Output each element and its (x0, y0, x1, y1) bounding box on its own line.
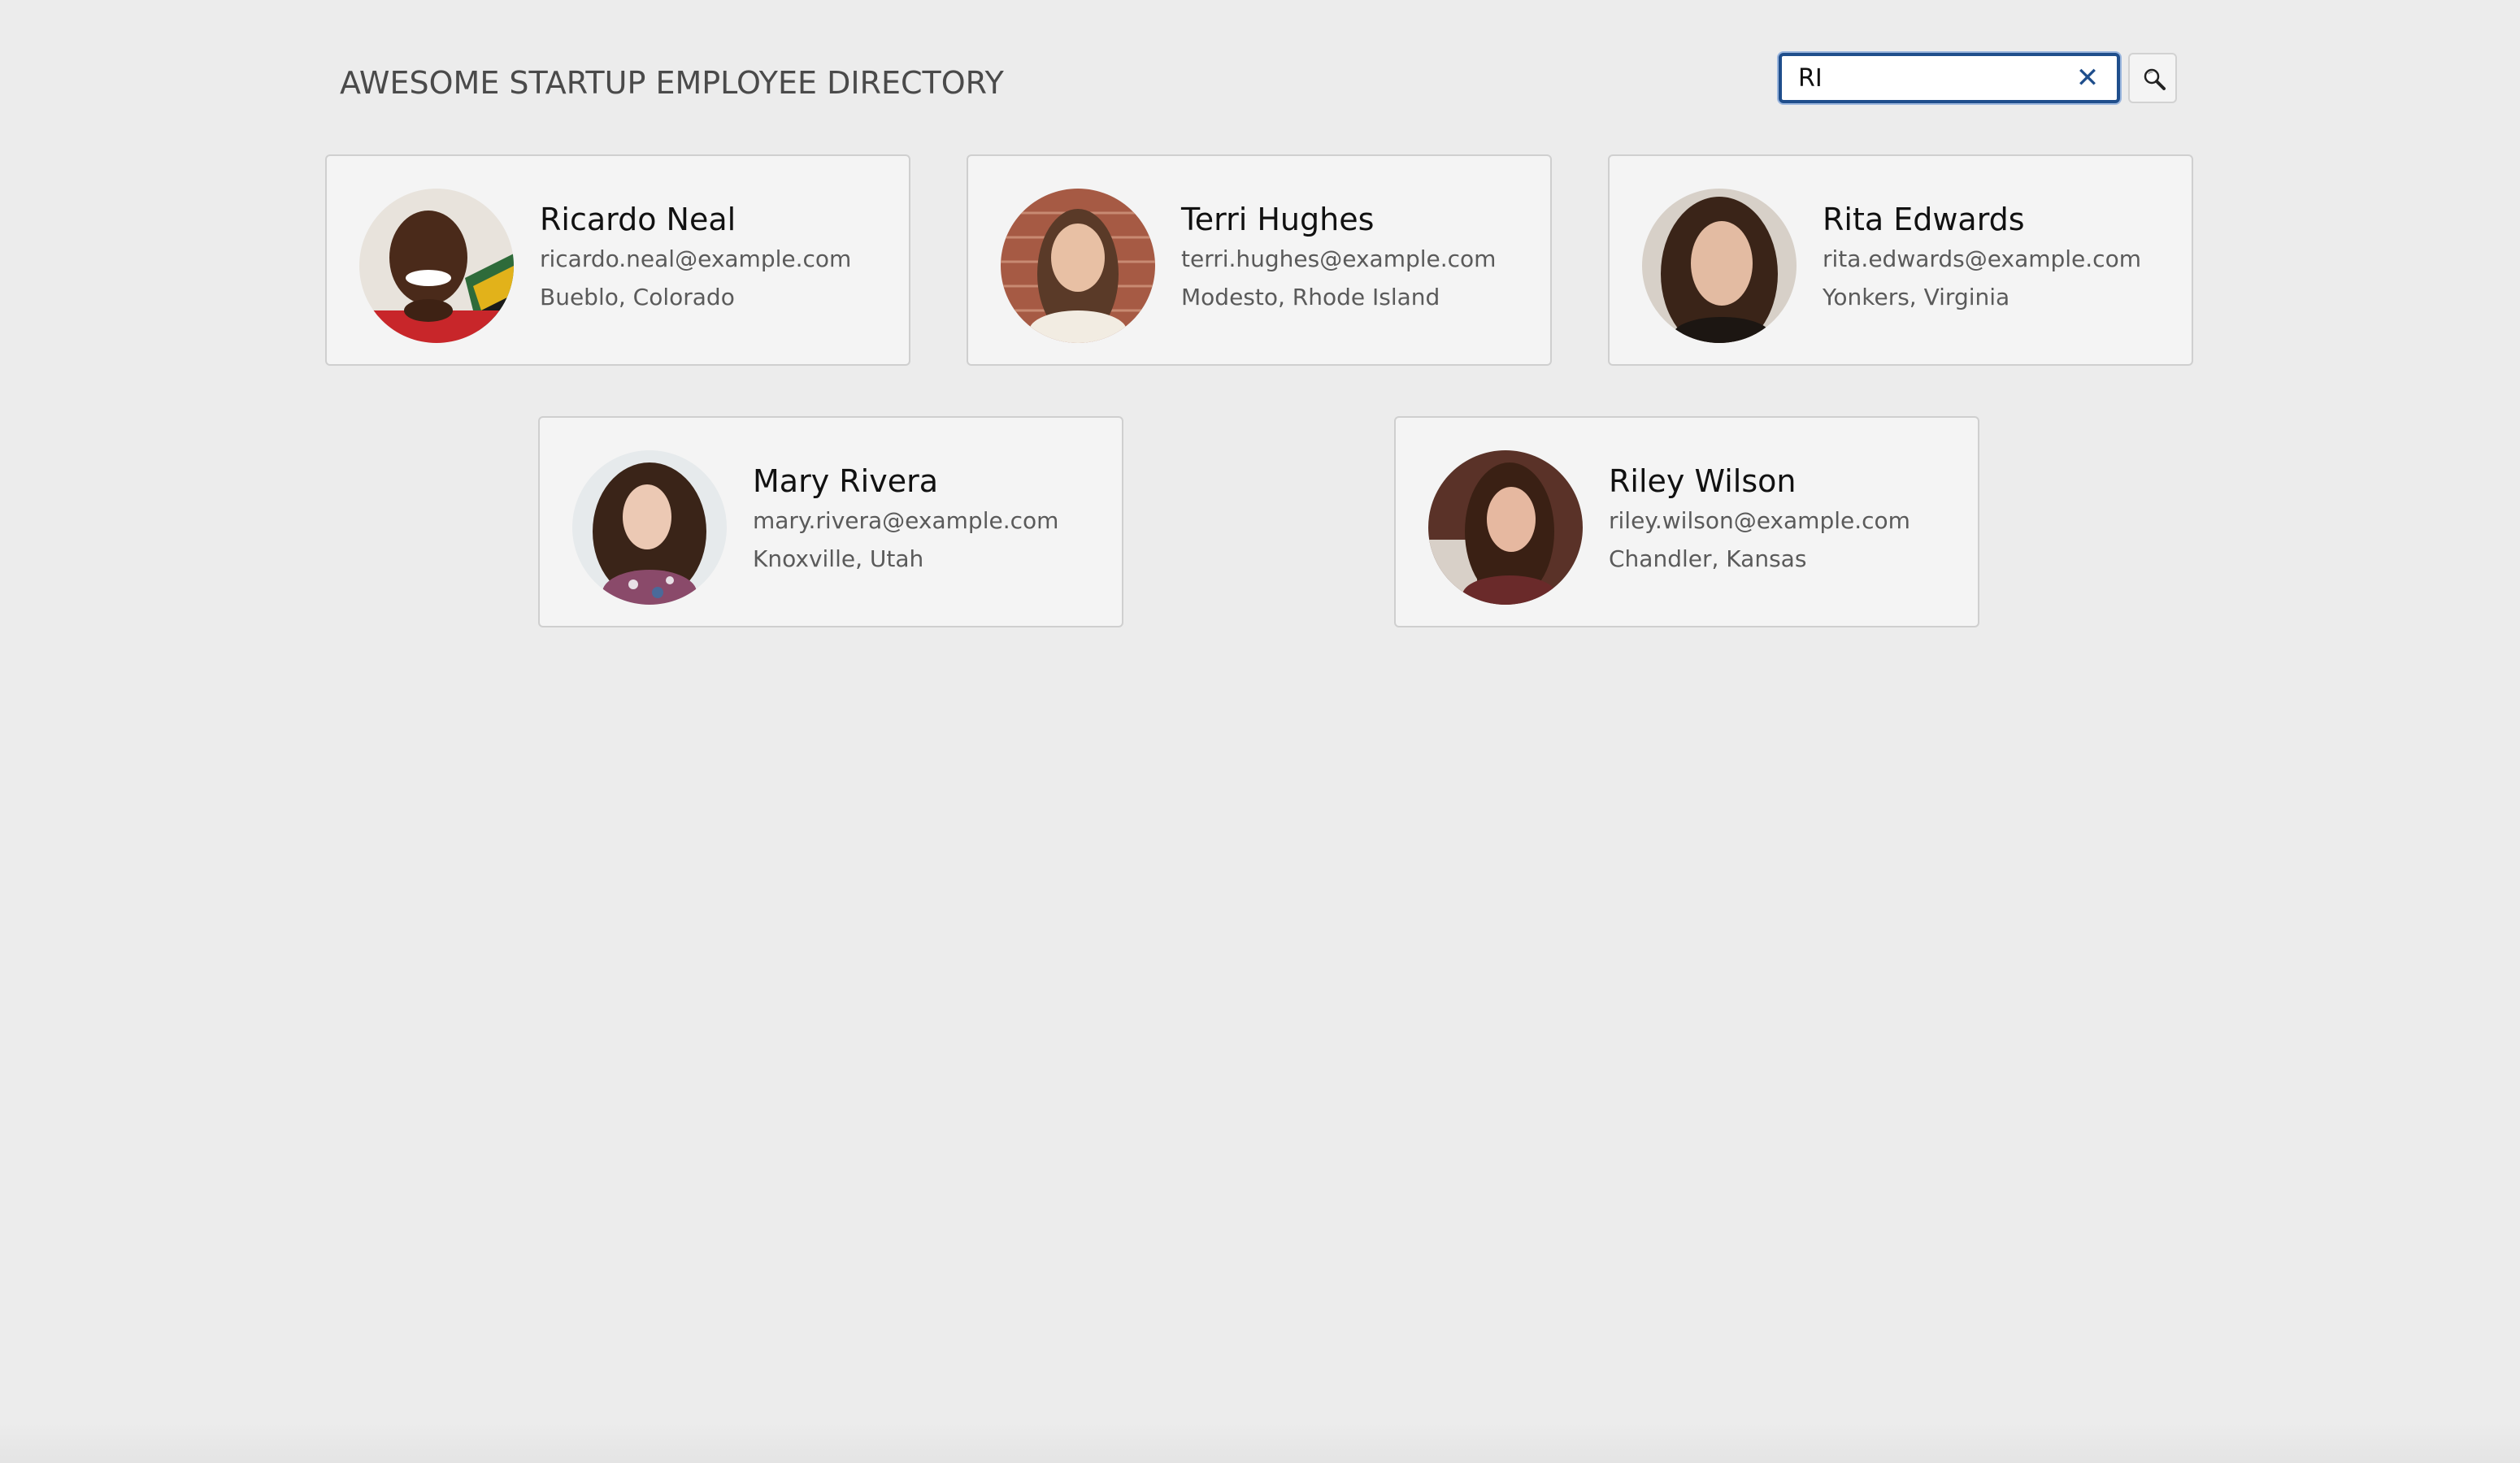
employee-email: terri.hughes@example.com (1181, 245, 1497, 272)
employee-email: riley.wilson@example.com (1609, 507, 1910, 534)
avatar (1642, 189, 1797, 343)
employee-info: Terri Hughes terri.hughes@example.com Mo… (1181, 202, 1539, 310)
employee-gallery: Ricardo Neal ricardo.neal@example.com Bu… (0, 0, 2520, 1463)
employee-name: Terri Hughes (1181, 202, 1375, 237)
employee-location: Bueblo, Colorado (540, 284, 735, 310)
bottom-shade (0, 1422, 2520, 1463)
employee-email: ricardo.neal@example.com (540, 245, 852, 272)
employee-card[interactable]: Ricardo Neal ricardo.neal@example.com Bu… (325, 154, 910, 366)
employee-location: Yonkers, Virginia (1823, 284, 2010, 310)
avatar (572, 450, 727, 605)
employee-location: Chandler, Kansas (1609, 545, 1807, 572)
employee-card[interactable]: Rita Edwards rita.edwards@example.com Yo… (1608, 154, 2193, 366)
employee-card[interactable]: Terri Hughes terri.hughes@example.com Mo… (967, 154, 1552, 366)
avatar (1428, 450, 1583, 605)
employee-name: Rita Edwards (1823, 202, 2025, 237)
employee-name: Ricardo Neal (540, 202, 736, 237)
employee-info: Rita Edwards rita.edwards@example.com Yo… (1823, 202, 2180, 310)
employee-card[interactable]: Mary Rivera mary.rivera@example.com Knox… (538, 416, 1123, 627)
employee-card[interactable]: Riley Wilson riley.wilson@example.com Ch… (1394, 416, 1979, 627)
employee-name: Mary Rivera (753, 463, 938, 499)
employee-info: Ricardo Neal ricardo.neal@example.com Bu… (540, 202, 897, 310)
employee-email: rita.edwards@example.com (1823, 245, 2141, 272)
employee-name: Riley Wilson (1609, 463, 1797, 499)
employee-info: Mary Rivera mary.rivera@example.com Knox… (753, 463, 1110, 572)
employee-info: Riley Wilson riley.wilson@example.com Ch… (1609, 463, 1966, 572)
employee-location: Modesto, Rhode Island (1181, 284, 1440, 310)
avatar (359, 189, 514, 343)
employee-email: mary.rivera@example.com (753, 507, 1059, 534)
avatar (1001, 189, 1155, 343)
employee-location: Knoxville, Utah (753, 545, 924, 572)
